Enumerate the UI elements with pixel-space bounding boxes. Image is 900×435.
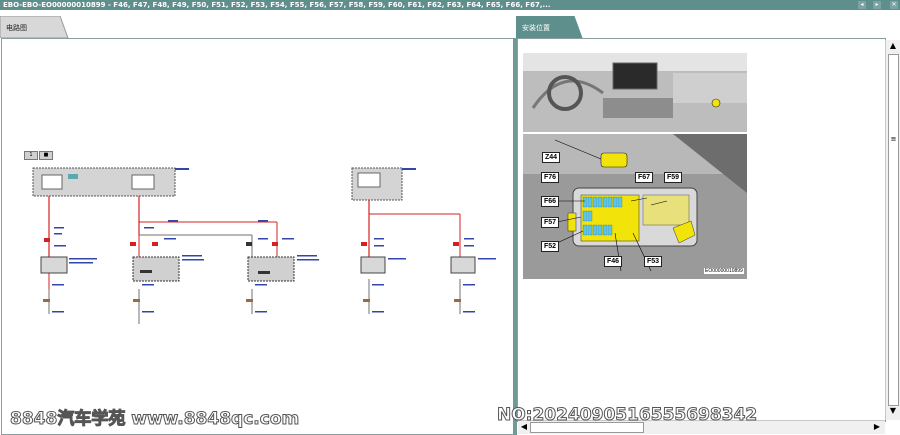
callout-f76: F76 (541, 172, 560, 183)
callout-f57: F57 (541, 217, 560, 228)
window-title: EBO-EBO-EO00000010899 - F46, F47, F48, F… (3, 1, 551, 9)
watermark-left: 8848汽车学苑 www.8848qc.com (9, 409, 300, 430)
tab-install-location[interactable]: 安装位置 (516, 16, 584, 38)
prev-button[interactable]: ◂ (858, 1, 866, 9)
tab-circuit-diagram-label: 电路图 (6, 24, 27, 32)
callout-f59: F59 (664, 172, 683, 183)
scroll-up-icon[interactable]: ▲ (887, 41, 899, 51)
circuit-schematic (32, 167, 496, 324)
callout-f67: F67 (635, 172, 654, 183)
callout-z44: Z44 (542, 152, 561, 163)
vertical-scrollbar[interactable]: ▲ ≡ ▼ (885, 40, 900, 420)
tab-install-location-label: 安装位置 (522, 24, 550, 32)
watermark-right: NO:2024090516555698342 (496, 405, 758, 426)
callout-f46: F46 (604, 256, 623, 267)
scroll-down-icon[interactable]: ▼ (887, 406, 899, 416)
callout-f66: F66 (541, 196, 560, 207)
scroll-grip-icon: ≡ (890, 135, 897, 143)
next-button[interactable]: ▸ (873, 1, 881, 9)
tab-circuit-diagram[interactable]: 电路图 (0, 16, 70, 38)
scroll-right-icon[interactable]: ▶ (871, 422, 883, 432)
callout-f52: F52 (541, 241, 560, 252)
install-location-panel[interactable]: Z44 F76 F66 F57 F52 F67 F59 F46 F53 EO00… (517, 38, 886, 422)
circuit-diagram-panel[interactable]: 1 ■ 8848汽车学苑 www.8848qc.com (1, 38, 514, 435)
scroll-thumb[interactable]: ≡ (888, 54, 899, 406)
photo-id-label: EO00000010899 (704, 268, 744, 274)
close-button[interactable]: ✕ (890, 1, 898, 9)
callout-f53: F53 (644, 256, 663, 267)
